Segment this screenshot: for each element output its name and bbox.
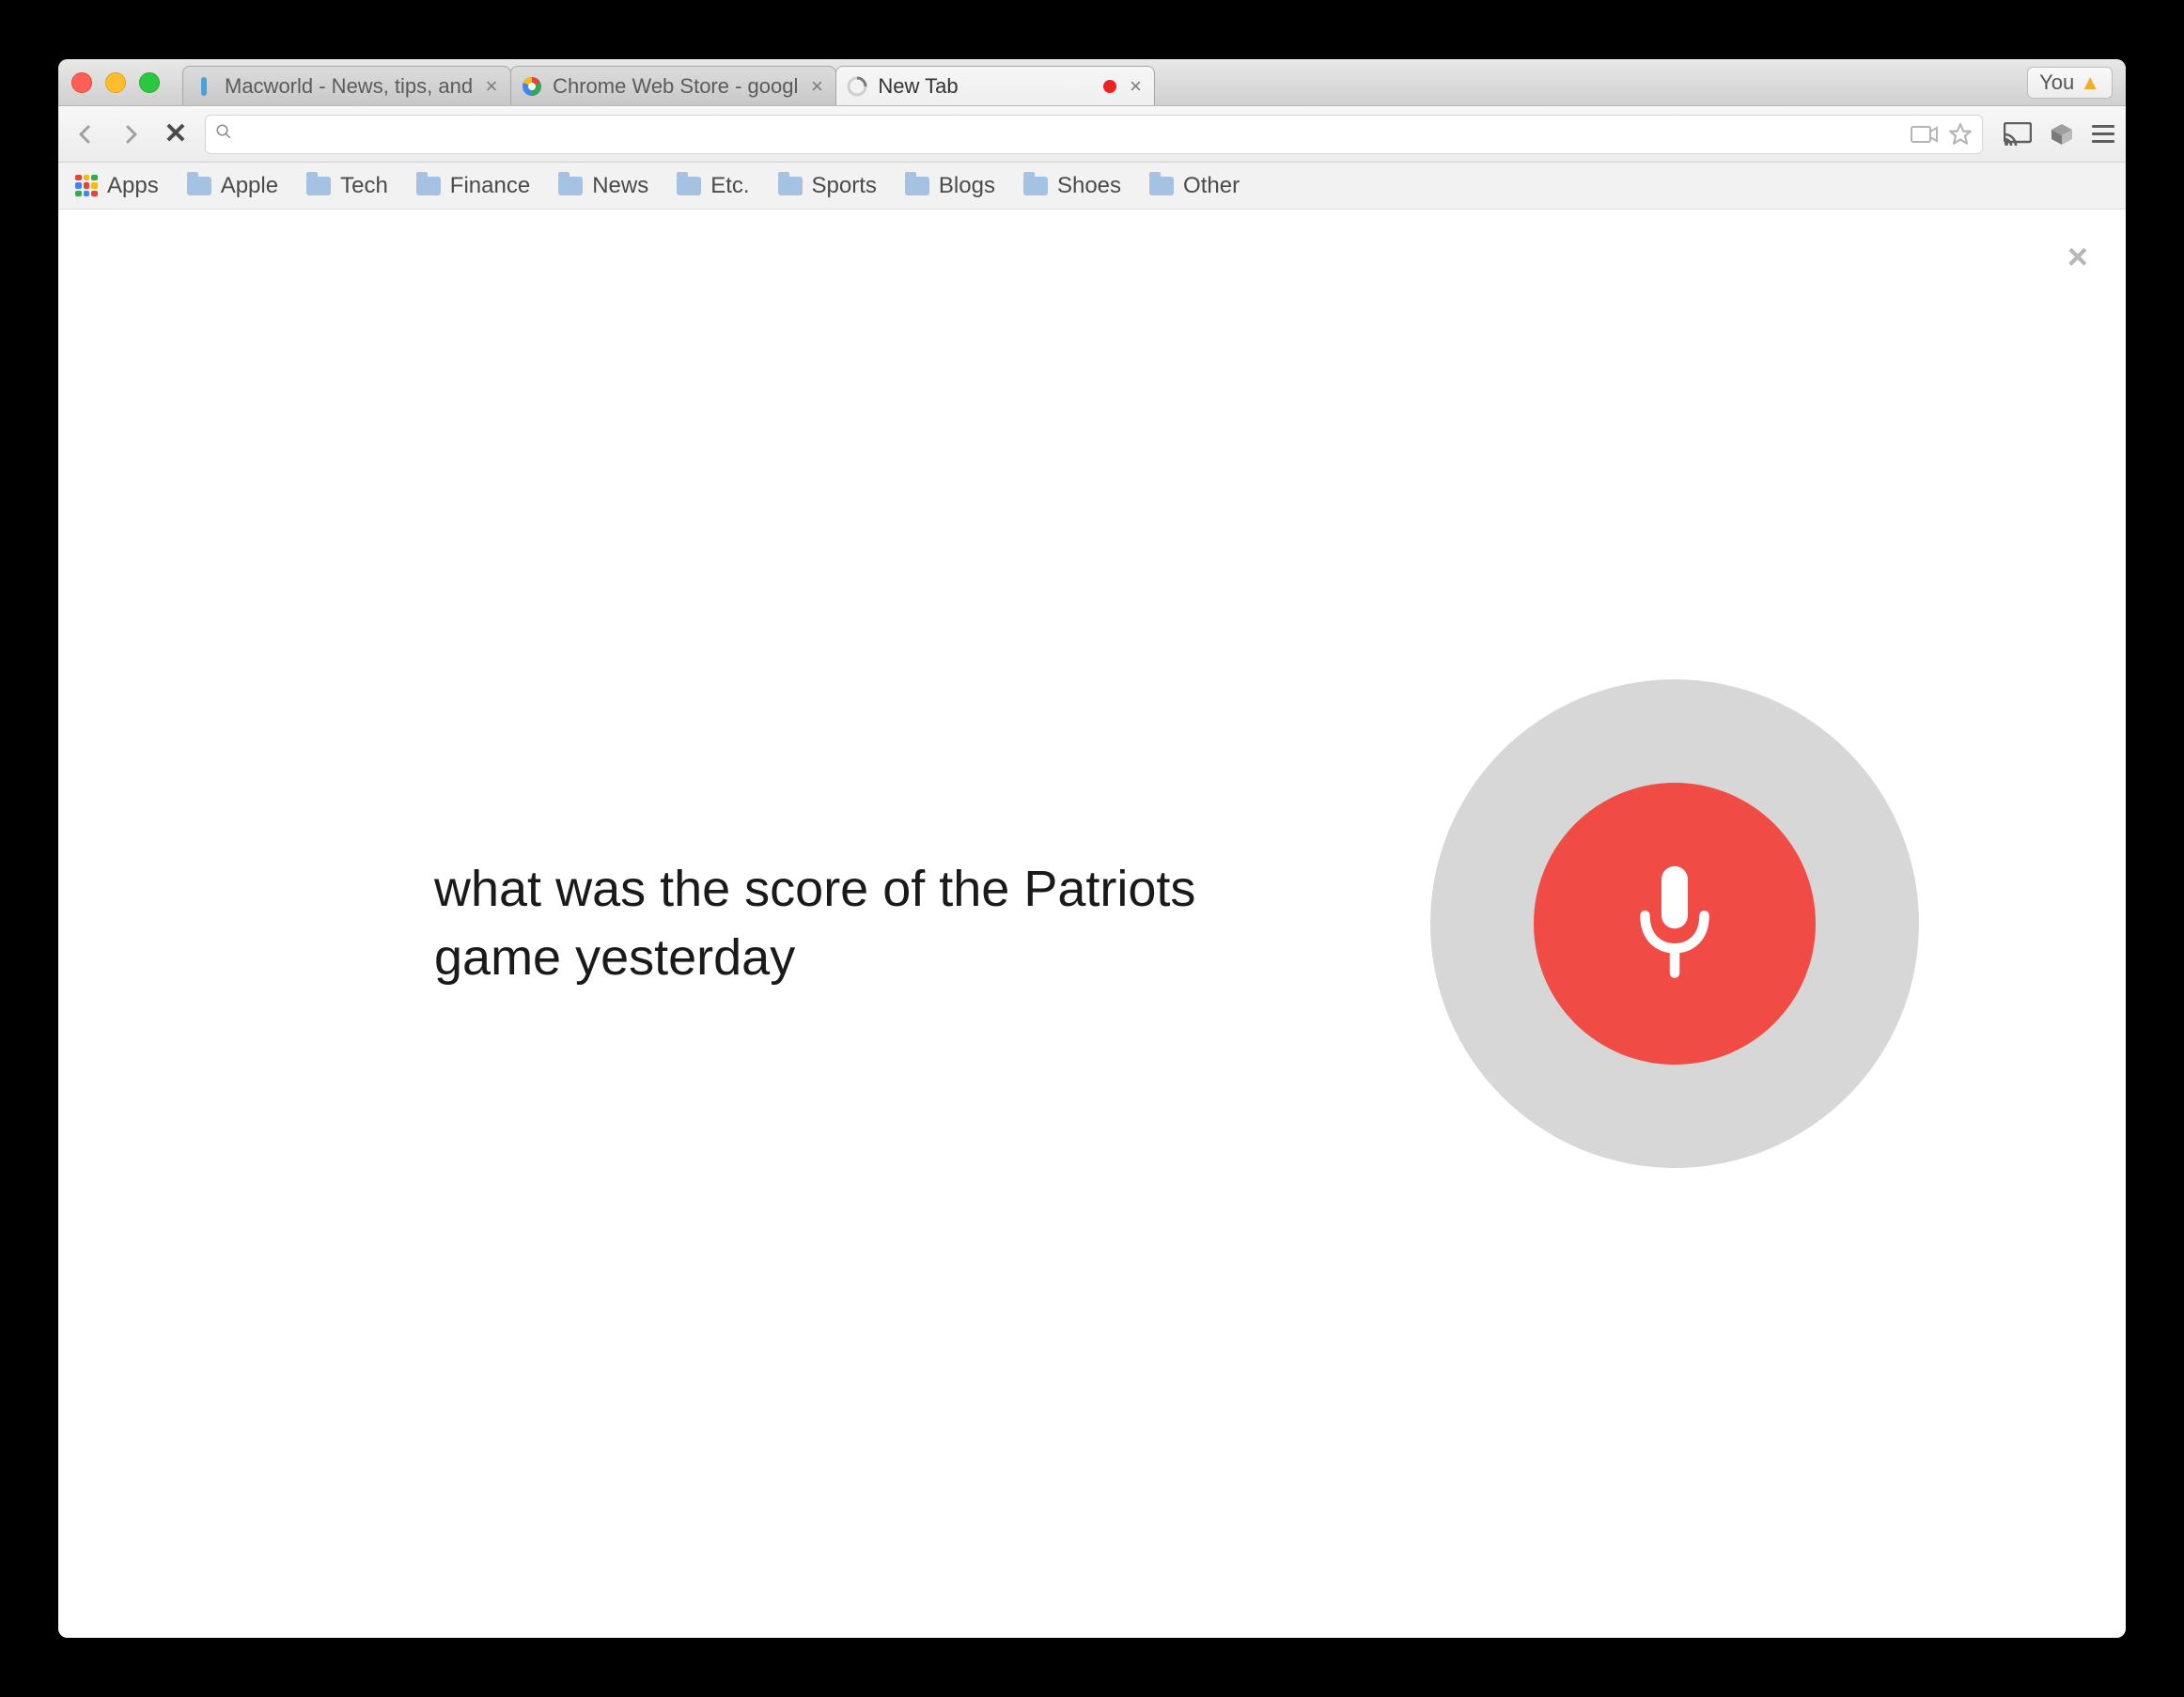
folder-icon (677, 177, 701, 195)
folder-icon (187, 177, 211, 195)
bookmark-folder-blogs[interactable]: Blogs (905, 173, 995, 199)
extension-icons (1996, 121, 2114, 148)
bookmark-label: Finance (450, 173, 530, 199)
user-profile-button[interactable]: You ▲ (2027, 67, 2113, 99)
folder-icon (905, 177, 929, 195)
window-close-button[interactable] (71, 72, 92, 93)
tab-close-icon[interactable]: × (1126, 74, 1145, 99)
recording-indicator-icon (1103, 80, 1116, 93)
window-minimize-button[interactable] (105, 72, 126, 93)
tab-title: New Tab (878, 74, 1094, 99)
search-icon (215, 123, 232, 146)
omnibox[interactable] (205, 115, 1983, 154)
bookmark-folder-sports[interactable]: Sports (778, 173, 877, 199)
menu-button[interactable] (2092, 125, 2114, 143)
stop-reload-button[interactable]: ✕ (160, 118, 192, 150)
microphone-icon (1618, 858, 1731, 989)
star-icon[interactable] (1948, 122, 1973, 147)
nav-forward-button[interactable] (115, 118, 147, 150)
folder-icon (778, 177, 803, 195)
cast-icon[interactable] (2004, 122, 2032, 147)
nav-back-button[interactable] (70, 118, 101, 150)
bookmark-folder-finance[interactable]: Finance (416, 173, 530, 199)
voice-transcript: what was the score of the Patriots game … (434, 855, 1280, 992)
tabs-row: Macworld - News, tips, and × Chrome Web … (182, 59, 1154, 105)
apps-grid-icon (75, 175, 98, 197)
chrome-favicon-icon (521, 75, 543, 98)
voice-mic-button[interactable] (1430, 679, 1919, 1168)
apps-shortcut[interactable]: Apps (75, 173, 159, 199)
window-maximize-button[interactable] (139, 72, 160, 93)
bookmark-folder-shoes[interactable]: Shoes (1023, 173, 1121, 199)
close-icon: ✕ (164, 117, 187, 150)
arrow-right-icon (119, 123, 142, 146)
loading-spinner-icon (846, 75, 868, 98)
user-label: You (2039, 70, 2074, 95)
bookmark-label: Etc. (710, 173, 749, 199)
bookmark-folder-tech[interactable]: Tech (306, 173, 388, 199)
bookmark-label: News (592, 173, 648, 199)
bookmark-folder-apple[interactable]: Apple (187, 173, 278, 199)
tab-chrome-web-store[interactable]: Chrome Web Store - googl × (510, 66, 836, 105)
bookmark-folder-etc[interactable]: Etc. (677, 173, 749, 199)
tab-title: Macworld - News, tips, and (225, 74, 473, 99)
window-controls (71, 72, 160, 93)
bookmark-folder-news[interactable]: News (558, 173, 648, 199)
bookmark-label: Blogs (939, 173, 995, 199)
browser-window: Macworld - News, tips, and × Chrome Web … (58, 59, 2126, 1638)
arrow-left-icon (74, 123, 97, 146)
tab-bar: Macworld - News, tips, and × Chrome Web … (58, 59, 2126, 106)
toolbar: ✕ (58, 106, 2126, 163)
macworld-favicon-icon (193, 75, 215, 98)
bookmark-label: Shoes (1057, 173, 1121, 199)
tab-close-icon[interactable]: × (807, 74, 826, 99)
folder-icon (558, 177, 583, 195)
extension-cube-icon[interactable] (2049, 121, 2075, 148)
url-input[interactable] (242, 122, 1901, 147)
warning-icon: ▲ (2080, 70, 2100, 95)
tab-macworld[interactable]: Macworld - News, tips, and × (182, 66, 511, 105)
tab-close-icon[interactable]: × (482, 74, 501, 99)
bookmark-folder-other[interactable]: Other (1149, 173, 1240, 199)
tab-title: Chrome Web Store - googl (553, 74, 798, 99)
folder-icon (306, 177, 331, 195)
hamburger-icon (2092, 125, 2114, 143)
mic-inner-circle (1534, 783, 1816, 1065)
folder-icon (416, 177, 441, 195)
bookmark-label: Tech (340, 173, 388, 199)
page-content: × what was the score of the Patriots gam… (58, 210, 2126, 1638)
apps-label: Apps (107, 173, 159, 199)
bookmark-label: Other (1183, 173, 1240, 199)
bookmark-label: Apple (221, 173, 278, 199)
folder-icon (1023, 177, 1048, 195)
voice-search-overlay: what was the score of the Patriots game … (58, 210, 2126, 1638)
bookmark-label: Sports (812, 173, 877, 199)
tab-new-tab[interactable]: New Tab × (835, 66, 1155, 105)
camera-icon[interactable] (1911, 124, 1939, 145)
folder-icon (1149, 177, 1174, 195)
bookmarks-bar: Apps Apple Tech Finance News Etc. Sports… (58, 163, 2126, 210)
